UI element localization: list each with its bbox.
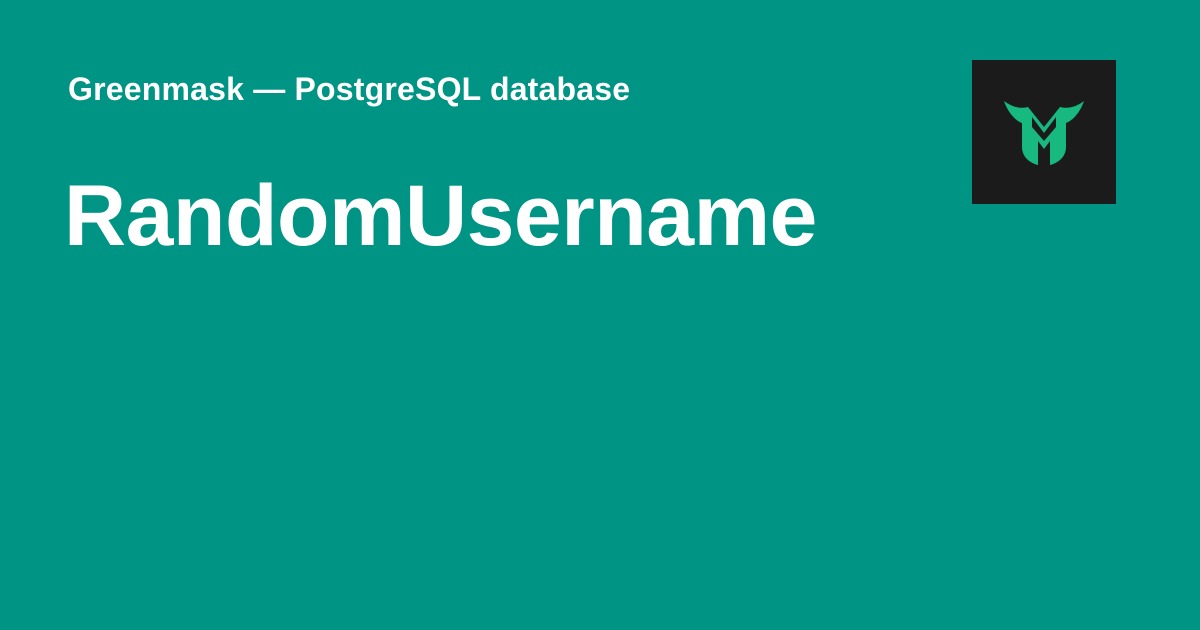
site-name: Greenmask — PostgreSQL database: [68, 71, 631, 107]
greenmask-logo-icon: [1004, 101, 1084, 165]
logo: [972, 60, 1116, 204]
page-title: RandomUsername: [64, 168, 817, 264]
social-card: Greenmask — PostgreSQL database RandomUs…: [0, 0, 1200, 630]
